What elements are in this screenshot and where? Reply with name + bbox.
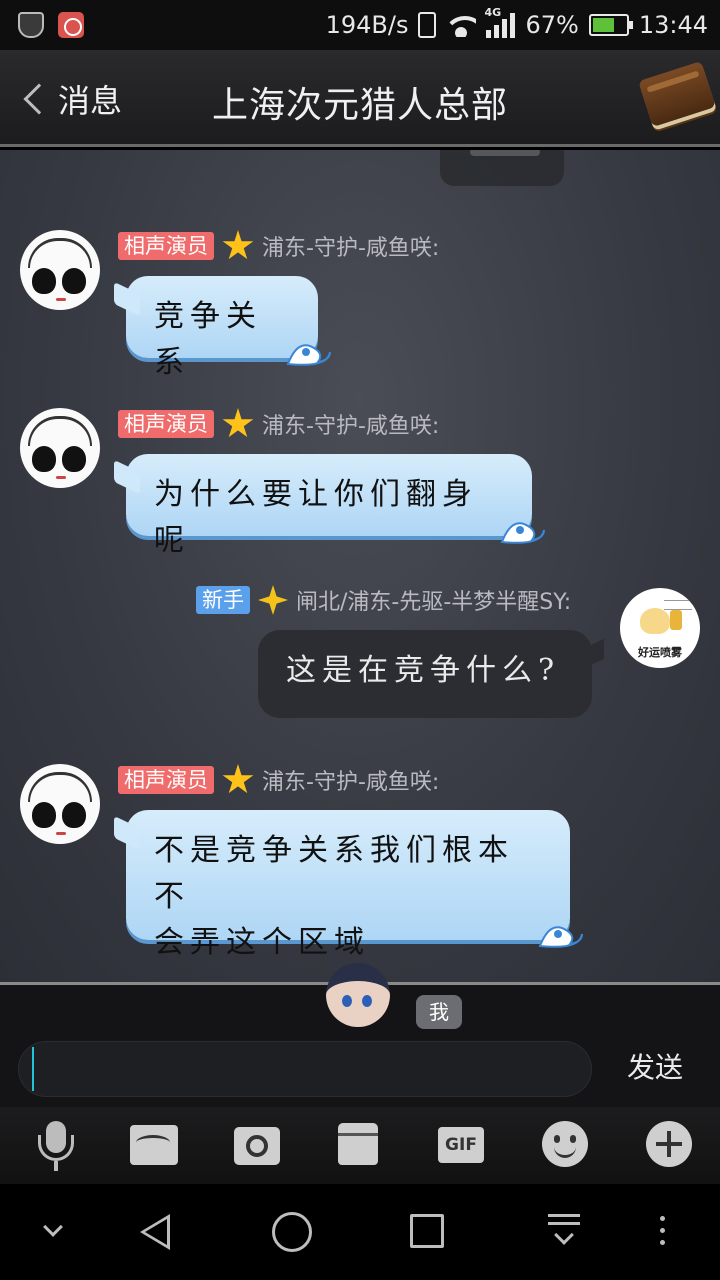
message-item: 相声演员 浦东-守护-咸鱼咲: 不是竞争关系我们根本不 会弄这个区域 — [0, 764, 720, 964]
microphone-icon[interactable] — [30, 1121, 82, 1171]
home-circle-icon[interactable] — [272, 1212, 312, 1252]
me-badge: 我 — [416, 995, 462, 1029]
member-title-badge: 新手 — [196, 586, 250, 614]
send-button[interactable]: 发送 — [610, 1043, 700, 1093]
net-speed: 194B/s — [325, 11, 409, 39]
back-triangle-icon[interactable] — [140, 1214, 170, 1250]
member-title-badge: 相声演员 — [118, 766, 214, 794]
plus-icon[interactable] — [646, 1121, 692, 1167]
star-icon — [222, 764, 254, 794]
message-bubble[interactable]: 为什么要让你们翻身呢 — [126, 454, 545, 558]
wifi-icon — [446, 13, 477, 37]
composer-toolbar: GIF — [0, 1107, 720, 1187]
sender-name: 闸北/浦东-先驱-半梦半醒SY: — [296, 590, 572, 615]
more-options-icon[interactable] — [660, 1216, 666, 1246]
message-text: 这是在竞争什么? — [286, 653, 561, 688]
partial-message-bubble — [440, 150, 564, 186]
status-bar: 194B/s 4G 67% 13:44 — [0, 0, 720, 50]
bag-icon[interactable] — [338, 1123, 378, 1165]
camera-icon[interactable] — [234, 1127, 280, 1165]
message-text: 为什么要让你们翻身呢 — [154, 477, 478, 558]
avatar-caption: 好运喷雾 — [638, 646, 682, 659]
system-nav-bar — [0, 1184, 720, 1280]
star-icon — [222, 230, 254, 260]
message-bubble[interactable]: 竞争关系 — [126, 276, 331, 380]
my-avatar[interactable] — [326, 963, 390, 1027]
message-item: 相声演员 浦东-守护-咸鱼咲: 竞争关系 — [0, 230, 720, 380]
avatar[interactable] — [20, 230, 100, 310]
star-icon — [222, 408, 254, 438]
app-notification-icon — [58, 12, 84, 38]
diamond-icon — [258, 585, 288, 615]
message-item: 新手 闸北/浦东-先驱-半梦半醒SY: 好运喷雾 这是在竞争什么? — [0, 584, 720, 734]
message-bubble[interactable]: 不是竞争关系我们根本不 会弄这个区域 — [126, 810, 583, 960]
notification-pulldown-icon[interactable] — [548, 1214, 580, 1250]
composer-panel: 我 发送 GIF — [0, 963, 720, 1187]
hide-nav-icon[interactable] — [43, 1217, 63, 1237]
message-text: 竞争关系 — [154, 299, 262, 380]
sender-name: 浦东-守护-咸鱼咲: — [262, 236, 440, 261]
battery-percent: 67% — [525, 11, 579, 39]
wave-decoration-icon — [500, 522, 545, 544]
vibrate-icon — [418, 12, 437, 38]
message-text-line: 会弄这个区域 — [154, 925, 370, 960]
group-title: 上海次元猎人总部 — [211, 85, 508, 126]
avatar[interactable] — [20, 764, 100, 844]
clock: 13:44 — [638, 11, 708, 39]
avatar[interactable] — [20, 408, 100, 488]
member-title-badge: 相声演员 — [118, 410, 214, 438]
sender-name: 浦东-守护-咸鱼咲: — [262, 414, 440, 439]
sender-name: 浦东-守护-咸鱼咲: — [262, 770, 440, 795]
image-icon[interactable] — [130, 1125, 178, 1165]
message-list[interactable]: 相声演员 浦东-守护-咸鱼咲: 竞争关系 相声演员 浦东-守护-咸鱼咲: 为什么… — [0, 150, 720, 982]
message-input[interactable] — [18, 1041, 592, 1097]
emoji-icon[interactable] — [542, 1121, 588, 1167]
gif-icon[interactable]: GIF — [438, 1127, 484, 1163]
message-text-line: 不是竞争关系我们根本不 — [154, 833, 514, 914]
wave-decoration-icon — [286, 344, 331, 366]
text-caret — [32, 1047, 34, 1091]
member-title-badge: 相声演员 — [118, 232, 214, 260]
message-bubble[interactable]: 这是在竞争什么? — [258, 630, 592, 718]
wave-decoration-icon — [538, 926, 583, 948]
chat-header: 消息 上海次元猎人总部 — [0, 50, 720, 147]
battery-icon — [588, 14, 633, 36]
signal-icon: 4G — [484, 6, 516, 38]
network-type: 4G — [484, 6, 502, 19]
avatar[interactable]: 好运喷雾 — [620, 588, 700, 668]
recent-apps-icon[interactable] — [410, 1214, 444, 1248]
message-item: 相声演员 浦东-守护-咸鱼咲: 为什么要让你们翻身呢 — [0, 408, 720, 558]
shield-icon — [18, 12, 44, 38]
